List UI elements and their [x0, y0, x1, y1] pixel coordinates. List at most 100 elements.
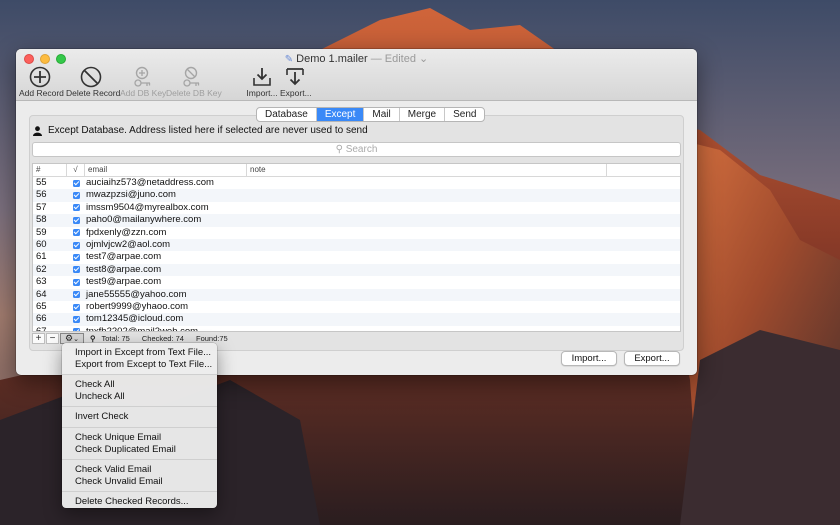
table-row[interactable]: 62 test8@arpae.com	[33, 263, 680, 277]
table-row[interactable]: 64 jane55555@yahoo.com	[33, 288, 680, 301]
table-row[interactable]: 58 paho0@mailanywhere.com	[33, 214, 680, 227]
import-button[interactable]: Import...	[246, 66, 278, 98]
row-note	[247, 276, 607, 288]
menu-item[interactable]: Check All	[62, 379, 217, 391]
row-checkbox[interactable]	[67, 239, 85, 251]
row-note	[247, 301, 607, 313]
checkmark-icon	[72, 266, 80, 274]
row-checkbox[interactable]	[67, 276, 85, 288]
row-email: tom12345@icloud.com	[86, 313, 184, 325]
menu-item[interactable]: Check Unique Email	[62, 432, 217, 444]
row-checkbox[interactable]	[67, 177, 85, 189]
checkmark-icon	[72, 303, 80, 311]
row-note	[247, 227, 607, 239]
row-note	[247, 251, 607, 263]
checkmark-icon	[72, 278, 80, 286]
table-row[interactable]: 60 ojmlvjcw2@aol.com	[33, 238, 680, 252]
row-email: paho0@mailanywhere.com	[86, 214, 202, 226]
row-number: 65	[36, 300, 47, 312]
add-db-key-label: Add DB Key	[120, 88, 167, 98]
checkmark-icon	[72, 216, 80, 224]
menu-item[interactable]: Export from Except to Text File...	[62, 359, 217, 371]
table-row[interactable]: 55 auciaihz573@netaddress.com	[33, 177, 680, 189]
tab-database[interactable]: Database	[257, 108, 317, 121]
import-label: Import...	[246, 88, 278, 98]
row-checkbox[interactable]	[67, 189, 85, 201]
row-email: test7@arpae.com	[86, 251, 162, 263]
menu-item[interactable]: Check Duplicated Email	[62, 444, 217, 456]
delete-record-button[interactable]: Delete Record	[66, 66, 120, 98]
gear-menu-button[interactable]: ⚙⌄	[60, 332, 84, 344]
table-header: # √ email note	[33, 164, 680, 177]
add-db-key-button[interactable]: Add DB Key	[120, 66, 167, 98]
row-note	[247, 289, 607, 301]
row-email: robert9999@yhaoo.com	[86, 300, 189, 312]
row-checkbox[interactable]	[67, 227, 85, 239]
except-info: Except Database. Address listed here if …	[33, 125, 368, 136]
table-row[interactable]: 57 imssm9504@myrealbox.com	[33, 202, 680, 214]
export-bottom-button[interactable]: Export...	[624, 351, 680, 366]
checked-count: Checked: 74	[141, 333, 184, 343]
column-header-number[interactable]: #	[33, 164, 67, 176]
import-bottom-button[interactable]: Import...	[561, 351, 617, 366]
person-icon	[33, 125, 42, 136]
table-row[interactable]: 63 test9@arpae.com	[33, 276, 680, 288]
menu-separator	[62, 459, 217, 461]
column-header-email[interactable]: email	[85, 164, 247, 176]
table-row[interactable]: 59 fpdxenly@zzn.com	[33, 227, 680, 239]
row-email: ojmlvjcw2@aol.com	[86, 238, 171, 250]
tab-merge[interactable]: Merge	[400, 108, 446, 121]
tab-mail[interactable]: Mail	[364, 108, 400, 121]
add-key-icon	[134, 66, 151, 87]
row-email: auciaihz573@netaddress.com	[86, 177, 214, 188]
found-count: Found:75	[195, 333, 228, 343]
window-title-text: Demo 1.mailer	[296, 53, 368, 65]
tab-send[interactable]: Send	[445, 108, 484, 121]
export-button[interactable]: Export...	[280, 66, 312, 98]
menu-item[interactable]: Uncheck All	[62, 391, 217, 403]
row-checkbox[interactable]	[67, 301, 85, 313]
menu-item[interactable]: Invert Check	[62, 411, 217, 423]
add-row-button[interactable]: +	[32, 332, 45, 344]
row-number: 58	[36, 214, 47, 226]
row-checkbox[interactable]	[67, 289, 85, 301]
gear-popup-menu: Import in Except from Text File... Export…	[62, 343, 217, 508]
tab-except[interactable]: Except	[316, 108, 365, 121]
row-number: 61	[36, 251, 47, 263]
row-checkbox[interactable]	[67, 214, 85, 226]
menu-separator	[62, 491, 217, 493]
menu-item[interactable]: Check Unvalid Email	[62, 476, 217, 488]
delete-icon	[80, 66, 102, 88]
add-icon	[29, 66, 51, 88]
except-table: # √ email note 55 auciaihz573@netaddress.…	[32, 163, 681, 332]
table-row[interactable]: 65 robert9999@yhaoo.com	[33, 301, 680, 313]
row-number: 59	[36, 226, 47, 238]
menu-separator	[62, 374, 217, 376]
column-header-note[interactable]: note	[247, 164, 607, 176]
table-row[interactable]: 66 tom12345@icloud.com	[33, 313, 680, 326]
row-checkbox[interactable]	[67, 251, 85, 263]
search-icon: ⚲	[335, 144, 343, 155]
delete-db-key-label: Delete DB Key	[166, 88, 222, 98]
menu-item[interactable]: Import in Except from Text File...	[62, 347, 217, 359]
row-checkbox[interactable]	[67, 202, 85, 214]
menu-item[interactable]: Check Valid Email	[62, 464, 217, 476]
checkmark-icon	[72, 204, 80, 212]
row-number: 56	[36, 189, 47, 201]
table-row[interactable]: 61 test7@arpae.com	[33, 251, 680, 263]
menu-item[interactable]: Delete Checked Records...	[62, 496, 217, 508]
row-email: imssm9504@myrealbox.com	[86, 201, 209, 213]
row-note	[247, 177, 607, 189]
delete-db-key-button[interactable]: Delete DB Key	[166, 66, 222, 98]
checkmark-icon	[72, 315, 80, 323]
column-header-check[interactable]: √	[67, 164, 85, 176]
add-record-button[interactable]: Add Record	[19, 66, 64, 98]
table-row[interactable]: 56 mwazpzsi@juno.com	[33, 189, 680, 202]
checkmark-icon	[72, 179, 80, 187]
remove-row-button[interactable]: −	[46, 332, 59, 344]
row-checkbox[interactable]	[67, 313, 85, 325]
row-email: mwazpzsi@juno.com	[86, 189, 176, 201]
row-checkbox[interactable]	[67, 264, 85, 276]
checkmark-icon	[72, 254, 80, 262]
search-field[interactable]: ⚲ Search	[32, 142, 681, 157]
